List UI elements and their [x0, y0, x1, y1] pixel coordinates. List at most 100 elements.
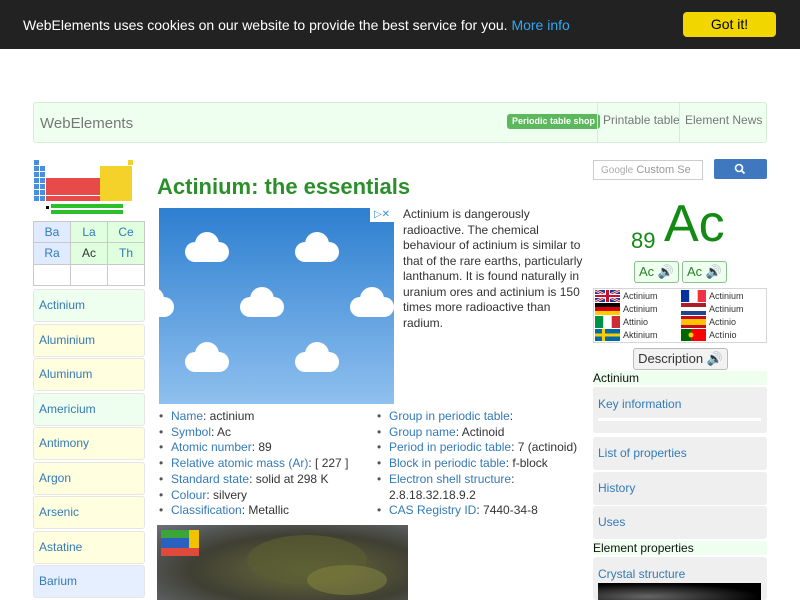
lang-dutch[interactable]: Actinium: [681, 303, 744, 316]
fact-link[interactable]: Classification: [171, 503, 242, 517]
fact-name: Name: actinium: [157, 409, 348, 425]
periodic-table-icon[interactable]: [34, 160, 134, 217]
lang-name: Actinium: [709, 304, 744, 314]
list-of-properties-link[interactable]: List of properties: [593, 437, 767, 470]
ad-choices-icon[interactable]: ▷✕: [370, 208, 394, 222]
facts-list-right: Group in periodic table: Group name: Act…: [375, 409, 577, 519]
got-it-button[interactable]: Got it!: [683, 12, 776, 37]
key-information-link[interactable]: Key information: [593, 387, 767, 433]
italy-flag-icon: [595, 316, 620, 328]
grid-cell-ba[interactable]: Ba: [33, 220, 71, 244]
sidebar-item-aluminium[interactable]: Aluminium: [33, 323, 145, 357]
grid-link[interactable]: Ba: [45, 225, 60, 239]
fact-value: : actinium: [203, 409, 255, 423]
grid-link[interactable]: Ce: [118, 225, 133, 239]
fact-value: : [ 227 ]: [308, 456, 349, 471]
nav-divider: [597, 103, 598, 142]
netherlands-flag-icon: [681, 303, 706, 315]
brand-link[interactable]: WebElements: [40, 115, 133, 132]
sidebar-item-americium[interactable]: Americium: [33, 392, 145, 426]
sidebar-item-antimony[interactable]: Antimony: [33, 427, 145, 460]
pronounce-button-uk[interactable]: Ac 🔊: [634, 261, 679, 283]
grid-cell-empty: [70, 263, 108, 287]
sidebar-item-arsenic[interactable]: Arsenic: [33, 496, 145, 529]
lang-name: Actínio: [709, 330, 737, 340]
fact-atomic-number: Atomic number: 89: [157, 440, 348, 456]
lang-english[interactable]: Actinium: [595, 290, 658, 303]
portugal-flag-icon: [681, 329, 706, 341]
fact-value: : 7440-34-8: [476, 503, 538, 518]
fact-link[interactable]: Name: [171, 409, 203, 423]
fact-link[interactable]: Block in periodic table: [389, 456, 506, 470]
fact-link[interactable]: Period in periodic table: [389, 440, 511, 454]
fact-link[interactable]: CAS Registry ID: [389, 503, 476, 517]
fact-link[interactable]: Standard state: [171, 472, 249, 486]
description-audio-button[interactable]: Description 🔊: [633, 348, 728, 370]
speaker-icon: 🔊: [657, 264, 674, 279]
speaker-icon: 🔊: [706, 351, 723, 366]
fact-classification: Classification: Metallic: [157, 503, 348, 519]
cloud-pattern-image: [159, 232, 394, 372]
fact-link[interactable]: Relative atomic mass (Ar): [171, 456, 308, 470]
grid-link[interactable]: La: [82, 225, 95, 239]
fact-value: : 7 (actinoid): [511, 440, 578, 455]
fact-link[interactable]: Group name: [389, 425, 456, 439]
grid-cell-ac-current: Ac: [70, 242, 108, 265]
sidebar-item-barium[interactable]: Barium: [33, 565, 145, 598]
lang-german[interactable]: Actinium: [595, 303, 658, 316]
section-actinium: Actinium: [593, 371, 767, 385]
search-input[interactable]: Google Custom Se: [593, 160, 703, 180]
uses-link[interactable]: Uses: [593, 506, 767, 539]
cookie-message: WebElements uses cookies on our website …: [23, 17, 570, 33]
lang-swedish[interactable]: Aktinium: [595, 329, 658, 342]
lang-name: Attinio: [623, 317, 649, 327]
fact-value: : silvery: [206, 487, 248, 502]
pronounce-button-us[interactable]: Ac 🔊: [682, 261, 727, 283]
fact-colour: Colour: silvery: [157, 488, 348, 504]
grid-cell-ce[interactable]: Ce: [107, 220, 145, 244]
grid-cell-th[interactable]: Th: [107, 242, 145, 265]
photo-overlay: [161, 530, 387, 595]
grid-link[interactable]: Th: [119, 246, 133, 260]
fact-period: Period in periodic table: 7 (actinoid): [375, 440, 577, 456]
sidebar-item-astatine[interactable]: Astatine: [33, 530, 145, 564]
fact-value: : f-block: [505, 456, 548, 471]
fact-link[interactable]: Symbol: [171, 425, 211, 439]
sidebar-item-aluminum[interactable]: Aluminum: [33, 358, 145, 391]
more-info-link[interactable]: More info: [511, 17, 569, 33]
grid-cell-ra[interactable]: Ra: [33, 242, 71, 265]
fact-link[interactable]: Group in periodic table: [389, 409, 510, 423]
fact-value: : Ac: [211, 424, 232, 439]
fact-electron-shell-value: 2.8.18.32.18.9.2: [389, 487, 476, 502]
nav-element-news[interactable]: Element News: [685, 113, 762, 127]
fact-group: Group in periodic table:: [375, 409, 577, 425]
advertisement[interactable]: ▷✕: [159, 208, 394, 404]
history-link[interactable]: History: [593, 472, 767, 505]
lang-portuguese[interactable]: Actínio: [681, 329, 737, 342]
fact-standard-state: Standard state: solid at 298 K: [157, 472, 348, 488]
grid-cell-la[interactable]: La: [70, 220, 108, 244]
fact-value: :: [509, 409, 514, 423]
nav-printable-table[interactable]: Printable table: [603, 113, 680, 127]
sidebar-item-argon[interactable]: Argon: [33, 461, 145, 495]
fact-link[interactable]: Electron shell structure: [389, 472, 511, 486]
periodic-table-shop-button[interactable]: Periodic table shop: [507, 114, 601, 129]
top-navbar: WebElements Periodic table shop Printabl…: [33, 102, 767, 143]
sidebar-item-actinium[interactable]: Actinium: [33, 289, 145, 322]
search-button[interactable]: [714, 159, 767, 179]
lang-italian[interactable]: Attinio: [595, 316, 648, 329]
lang-name: Actinium: [709, 291, 744, 301]
lang-spanish[interactable]: Actinio: [681, 316, 736, 329]
fact-link[interactable]: Colour: [171, 488, 206, 502]
lang-french[interactable]: Actinium: [681, 290, 744, 303]
facts-list-left: Name: actinium Symbol: Ac Atomic number:…: [157, 409, 348, 519]
cookie-banner: WebElements uses cookies on our website …: [0, 0, 800, 49]
fact-value: : solid at 298 K: [249, 471, 329, 486]
fact-link[interactable]: Atomic number: [171, 440, 252, 454]
cookie-message-text: WebElements uses cookies on our website …: [23, 17, 508, 33]
sidebar-element-list: Actinium Aluminium Aluminum Americium An…: [33, 289, 145, 600]
grid-link[interactable]: Ra: [44, 246, 59, 260]
sweden-flag-icon: [595, 329, 620, 341]
section-element-properties: Element properties: [593, 541, 767, 555]
divider: [598, 418, 761, 421]
